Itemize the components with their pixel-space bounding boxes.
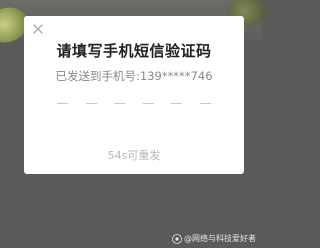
code-digit-slot[interactable] bbox=[57, 97, 68, 109]
toutiao-logo-icon bbox=[172, 233, 182, 244]
code-digit-slot[interactable] bbox=[114, 97, 126, 109]
code-digit-slot[interactable] bbox=[171, 97, 183, 109]
verification-code-input[interactable] bbox=[57, 96, 211, 110]
watermark-text: @网络与科技爱好者 bbox=[184, 234, 256, 243]
code-digit-slot[interactable] bbox=[85, 97, 97, 109]
code-digit-slot[interactable] bbox=[199, 97, 211, 109]
close-icon bbox=[33, 24, 43, 34]
phone-sent-notice: 已发送到手机号:139*****746 bbox=[55, 69, 213, 83]
code-digit-slot[interactable] bbox=[142, 97, 154, 109]
sms-verification-dialog: 请填写手机短信验证码 已发送到手机号:139*****746 54s可重发 bbox=[24, 16, 244, 174]
close-button[interactable] bbox=[30, 21, 46, 37]
dialog-title: 请填写手机短信验证码 bbox=[56, 42, 212, 60]
watermark: @网络与科技爱好者 bbox=[172, 233, 256, 244]
resend-countdown: 54s可重发 bbox=[107, 149, 161, 162]
